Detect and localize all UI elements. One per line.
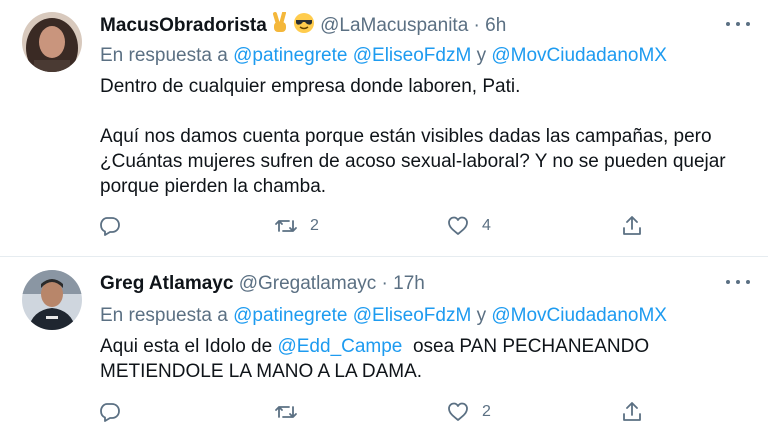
retweet-icon — [275, 220, 297, 232]
user-handle[interactable]: @LaMacuspanita — [320, 15, 468, 36]
retweet-count: 2 — [310, 217, 319, 234]
reply-prefix: En respuesta a — [100, 45, 228, 66]
reply-context: En respuesta a @patinegrete @EliseoFdzM … — [100, 44, 738, 68]
reply-icon — [100, 403, 120, 422]
retweet-button[interactable]: 2 — [274, 212, 319, 240]
mention-link[interactable]: @patinegrete — [233, 305, 347, 326]
victory-hand-emoji — [270, 11, 290, 41]
like-button[interactable]: 4 — [446, 212, 491, 240]
reply-context: En respuesta a @patinegrete @EliseoFdzM … — [100, 304, 738, 328]
mention-link[interactable]: @Edd_Campe — [277, 336, 402, 357]
like-count: 2 — [482, 403, 491, 420]
reply-conjunction: y — [476, 305, 487, 326]
timestamp[interactable]: 6h — [485, 15, 506, 36]
mention-link[interactable]: @MovCiudadanoMX — [491, 45, 667, 66]
reply-button[interactable] — [98, 212, 122, 240]
reply-prefix: En respuesta a — [100, 305, 228, 326]
tweet-2[interactable]: Greg Atlamayc @Gregatlamayc · 17h En res… — [0, 258, 768, 440]
reply-icon — [100, 217, 120, 236]
tweet-text: Dentro de cualquier empresa donde labore… — [100, 74, 738, 199]
share-button[interactable] — [620, 212, 644, 240]
like-button[interactable]: 2 — [446, 398, 491, 426]
user-name[interactable]: MacusObradorista — [100, 15, 267, 36]
retweet-icon — [275, 406, 297, 418]
user-name[interactable]: Greg Atlamayc — [100, 273, 233, 294]
like-icon — [448, 216, 468, 235]
avatar[interactable] — [22, 12, 82, 72]
more-icon[interactable] — [726, 272, 750, 292]
user-handle[interactable]: @Gregatlamayc — [239, 273, 377, 294]
reply-conjunction: y — [476, 45, 487, 66]
reply-button[interactable] — [98, 398, 122, 426]
separator-dot: · — [473, 15, 480, 36]
share-button[interactable] — [620, 398, 644, 426]
tweet-1[interactable]: MacusObradorista @LaMacuspanita · 6h En … — [0, 0, 768, 257]
tweet-actions: 2 — [98, 398, 658, 426]
tweet-paragraph: Aquí nos damos cuenta porque están visib… — [100, 126, 726, 197]
mention-link[interactable]: @EliseoFdzM — [353, 305, 472, 326]
avatar[interactable] — [22, 270, 82, 330]
share-icon — [623, 402, 641, 421]
more-icon[interactable] — [726, 14, 750, 34]
share-icon — [623, 216, 641, 235]
tweet-paragraph: Dentro de cualquier empresa donde labore… — [100, 76, 521, 97]
tweet-text-part: Aqui esta el Idolo de — [100, 336, 278, 357]
mention-link[interactable]: @patinegrete — [233, 45, 347, 66]
retweet-button[interactable] — [274, 398, 298, 426]
tweet-actions: 2 4 — [98, 212, 658, 240]
mention-link[interactable]: @MovCiudadanoMX — [491, 305, 667, 326]
tweet-text: Aqui esta el Idolo de @Edd_Campe osea PA… — [100, 334, 738, 384]
like-icon — [448, 402, 468, 421]
timestamp[interactable]: 17h — [393, 273, 425, 294]
mention-link[interactable]: @EliseoFdzM — [353, 45, 472, 66]
separator-dot: · — [381, 273, 388, 294]
like-count: 4 — [482, 217, 491, 234]
sunglasses-emoji — [293, 12, 315, 41]
